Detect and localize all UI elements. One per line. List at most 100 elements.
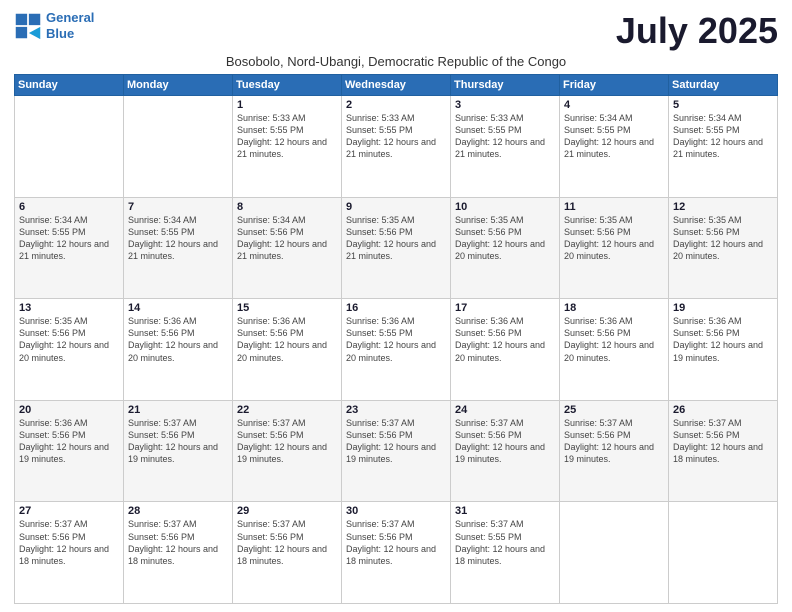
calendar-day-cell: 13Sunrise: 5:35 AM Sunset: 5:56 PM Dayli… [15, 299, 124, 401]
calendar-day-cell: 30Sunrise: 5:37 AM Sunset: 5:56 PM Dayli… [342, 502, 451, 604]
day-info: Sunrise: 5:33 AM Sunset: 5:55 PM Dayligh… [237, 112, 337, 161]
day-info: Sunrise: 5:37 AM Sunset: 5:56 PM Dayligh… [346, 518, 446, 567]
logo-icon [14, 12, 42, 40]
calendar-day-cell: 7Sunrise: 5:34 AM Sunset: 5:55 PM Daylig… [124, 197, 233, 299]
day-info: Sunrise: 5:36 AM Sunset: 5:56 PM Dayligh… [455, 315, 555, 364]
calendar-day-header: Monday [124, 75, 233, 96]
day-info: Sunrise: 5:37 AM Sunset: 5:56 PM Dayligh… [19, 518, 119, 567]
calendar-day-cell: 21Sunrise: 5:37 AM Sunset: 5:56 PM Dayli… [124, 400, 233, 502]
day-number: 15 [237, 302, 337, 314]
calendar-day-cell: 1Sunrise: 5:33 AM Sunset: 5:55 PM Daylig… [233, 96, 342, 198]
calendar-day-cell: 3Sunrise: 5:33 AM Sunset: 5:55 PM Daylig… [451, 96, 560, 198]
day-info: Sunrise: 5:35 AM Sunset: 5:56 PM Dayligh… [455, 214, 555, 263]
day-info: Sunrise: 5:37 AM Sunset: 5:56 PM Dayligh… [564, 417, 664, 466]
day-number: 31 [455, 505, 555, 517]
day-info: Sunrise: 5:36 AM Sunset: 5:56 PM Dayligh… [237, 315, 337, 364]
day-info: Sunrise: 5:36 AM Sunset: 5:55 PM Dayligh… [346, 315, 446, 364]
day-number: 20 [19, 404, 119, 416]
month-title: July 2025 [616, 10, 778, 52]
calendar-day-cell: 25Sunrise: 5:37 AM Sunset: 5:56 PM Dayli… [560, 400, 669, 502]
calendar-day-header: Wednesday [342, 75, 451, 96]
day-number: 26 [673, 404, 773, 416]
day-info: Sunrise: 5:37 AM Sunset: 5:56 PM Dayligh… [128, 518, 228, 567]
day-info: Sunrise: 5:34 AM Sunset: 5:55 PM Dayligh… [128, 214, 228, 263]
calendar-day-header: Tuesday [233, 75, 342, 96]
calendar-day-cell: 22Sunrise: 5:37 AM Sunset: 5:56 PM Dayli… [233, 400, 342, 502]
calendar-day-header: Saturday [669, 75, 778, 96]
calendar-day-cell: 2Sunrise: 5:33 AM Sunset: 5:55 PM Daylig… [342, 96, 451, 198]
calendar-day-cell [669, 502, 778, 604]
day-info: Sunrise: 5:35 AM Sunset: 5:56 PM Dayligh… [564, 214, 664, 263]
calendar-day-cell: 6Sunrise: 5:34 AM Sunset: 5:55 PM Daylig… [15, 197, 124, 299]
header: General Blue July 2025 [14, 10, 778, 52]
calendar-day-cell: 26Sunrise: 5:37 AM Sunset: 5:56 PM Dayli… [669, 400, 778, 502]
day-info: Sunrise: 5:35 AM Sunset: 5:56 PM Dayligh… [673, 214, 773, 263]
day-number: 21 [128, 404, 228, 416]
calendar-day-cell: 16Sunrise: 5:36 AM Sunset: 5:55 PM Dayli… [342, 299, 451, 401]
day-info: Sunrise: 5:37 AM Sunset: 5:56 PM Dayligh… [673, 417, 773, 466]
day-number: 2 [346, 99, 446, 111]
day-info: Sunrise: 5:33 AM Sunset: 5:55 PM Dayligh… [346, 112, 446, 161]
day-number: 4 [564, 99, 664, 111]
calendar-day-cell: 9Sunrise: 5:35 AM Sunset: 5:56 PM Daylig… [342, 197, 451, 299]
day-info: Sunrise: 5:35 AM Sunset: 5:56 PM Dayligh… [19, 315, 119, 364]
calendar-day-header: Thursday [451, 75, 560, 96]
day-number: 5 [673, 99, 773, 111]
day-number: 23 [346, 404, 446, 416]
day-number: 30 [346, 505, 446, 517]
day-number: 17 [455, 302, 555, 314]
calendar-day-cell: 27Sunrise: 5:37 AM Sunset: 5:56 PM Dayli… [15, 502, 124, 604]
calendar-day-cell: 12Sunrise: 5:35 AM Sunset: 5:56 PM Dayli… [669, 197, 778, 299]
day-info: Sunrise: 5:34 AM Sunset: 5:55 PM Dayligh… [564, 112, 664, 161]
day-number: 16 [346, 302, 446, 314]
day-number: 6 [19, 201, 119, 213]
calendar-week-row: 20Sunrise: 5:36 AM Sunset: 5:56 PM Dayli… [15, 400, 778, 502]
logo: General Blue [14, 10, 94, 41]
calendar-day-cell: 14Sunrise: 5:36 AM Sunset: 5:56 PM Dayli… [124, 299, 233, 401]
logo-text: General Blue [46, 10, 94, 41]
day-info: Sunrise: 5:34 AM Sunset: 5:56 PM Dayligh… [237, 214, 337, 263]
calendar-day-header: Friday [560, 75, 669, 96]
calendar-day-cell: 17Sunrise: 5:36 AM Sunset: 5:56 PM Dayli… [451, 299, 560, 401]
calendar-week-row: 6 Sunrise: 5:34 AM Sunset: 5:55 PM Daylig… [15, 197, 778, 299]
day-number: 9 [346, 201, 446, 213]
calendar-day-cell: 15Sunrise: 5:36 AM Sunset: 5:56 PM Dayli… [233, 299, 342, 401]
calendar-day-cell: 23Sunrise: 5:37 AM Sunset: 5:56 PM Dayli… [342, 400, 451, 502]
calendar-day-cell: 4Sunrise: 5:34 AM Sunset: 5:55 PM Daylig… [560, 96, 669, 198]
day-number: 13 [19, 302, 119, 314]
day-number: 3 [455, 99, 555, 111]
calendar-day-cell: 5Sunrise: 5:34 AM Sunset: 5:55 PM Daylig… [669, 96, 778, 198]
day-number: 11 [564, 201, 664, 213]
day-info: Sunrise: 5:33 AM Sunset: 5:55 PM Dayligh… [455, 112, 555, 161]
calendar-day-cell: 31Sunrise: 5:37 AM Sunset: 5:55 PM Dayli… [451, 502, 560, 604]
calendar-week-row: 13Sunrise: 5:35 AM Sunset: 5:56 PM Dayli… [15, 299, 778, 401]
calendar-day-cell [124, 96, 233, 198]
day-info: Sunrise: 5:36 AM Sunset: 5:56 PM Dayligh… [673, 315, 773, 364]
day-number: 10 [455, 201, 555, 213]
calendar-table: SundayMondayTuesdayWednesdayThursdayFrid… [14, 74, 778, 604]
day-info: Sunrise: 5:36 AM Sunset: 5:56 PM Dayligh… [564, 315, 664, 364]
day-info: Sunrise: 5:37 AM Sunset: 5:55 PM Dayligh… [455, 518, 555, 567]
calendar-day-header: Sunday [15, 75, 124, 96]
day-info: Sunrise: 5:36 AM Sunset: 5:56 PM Dayligh… [128, 315, 228, 364]
day-info: Sunrise: 5:37 AM Sunset: 5:56 PM Dayligh… [346, 417, 446, 466]
day-info: Sunrise: 5:36 AM Sunset: 5:56 PM Dayligh… [19, 417, 119, 466]
calendar-day-cell: 18Sunrise: 5:36 AM Sunset: 5:56 PM Dayli… [560, 299, 669, 401]
calendar-day-cell: 8Sunrise: 5:34 AM Sunset: 5:56 PM Daylig… [233, 197, 342, 299]
calendar-day-cell: 11Sunrise: 5:35 AM Sunset: 5:56 PM Dayli… [560, 197, 669, 299]
day-info: Sunrise: 5:37 AM Sunset: 5:56 PM Dayligh… [455, 417, 555, 466]
day-number: 24 [455, 404, 555, 416]
day-info: Sunrise: 5:37 AM Sunset: 5:56 PM Dayligh… [237, 518, 337, 567]
calendar-day-cell: 24Sunrise: 5:37 AM Sunset: 5:56 PM Dayli… [451, 400, 560, 502]
day-number: 22 [237, 404, 337, 416]
day-number: 28 [128, 505, 228, 517]
calendar-week-row: 1Sunrise: 5:33 AM Sunset: 5:55 PM Daylig… [15, 96, 778, 198]
calendar-header-row: SundayMondayTuesdayWednesdayThursdayFrid… [15, 75, 778, 96]
calendar-week-row: 27Sunrise: 5:37 AM Sunset: 5:56 PM Dayli… [15, 502, 778, 604]
page: General Blue July 2025 Bosobolo, Nord-Ub… [0, 0, 792, 612]
day-number: 29 [237, 505, 337, 517]
calendar-day-cell: 19Sunrise: 5:36 AM Sunset: 5:56 PM Dayli… [669, 299, 778, 401]
day-number: 14 [128, 302, 228, 314]
day-number: 18 [564, 302, 664, 314]
calendar-day-cell: 10Sunrise: 5:35 AM Sunset: 5:56 PM Dayli… [451, 197, 560, 299]
